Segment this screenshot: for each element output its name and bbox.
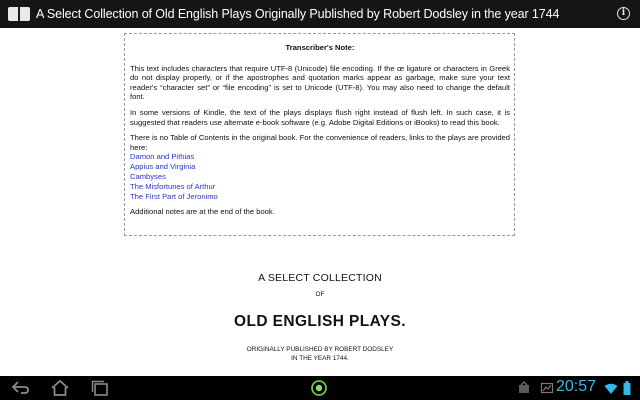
title-line-collection: A SELECT COLLECTION	[258, 272, 382, 284]
image-notification-icon	[540, 381, 554, 400]
reader-content[interactable]: Transcriber's Note: This text includes c…	[0, 28, 640, 376]
action-bar: A Select Collection of Old English Plays…	[0, 0, 640, 28]
open-book-icon[interactable]	[8, 5, 30, 23]
play-link-cambyses[interactable]: Cambyses	[130, 172, 510, 182]
notification-ring-icon[interactable]	[309, 379, 329, 397]
title-line-year: IN THE YEAR 1744.	[291, 355, 349, 362]
status-clock: 20:57	[555, 378, 596, 395]
note-paragraph: In some versions of Kindle, the text of …	[130, 107, 510, 127]
note-paragraph: There is no Table of Contents in the ori…	[130, 133, 510, 152]
title-line-publisher: ORIGINALLY PUBLISHED BY ROBERT DODSLEY	[246, 346, 394, 353]
play-link-appius-and-virginia[interactable]: Appius and Virginia	[130, 162, 510, 172]
note-heading: Transcriber's Note:	[285, 43, 355, 52]
note-paragraph: This text includes characters that requi…	[130, 63, 510, 102]
battery-icon	[623, 381, 631, 400]
play-links: Damon and Pithias Appius and Virginia Ca…	[130, 152, 510, 201]
title-line-of: OF	[315, 291, 325, 298]
play-link-first-part-of-jeronimo[interactable]: The First Part of Jeronimo	[130, 192, 510, 202]
title-line-plays: OLD ENGLISH PLAYS.	[234, 313, 406, 330]
home-icon[interactable]	[49, 379, 71, 397]
transcriber-note: Transcriber's Note: This text includes c…	[124, 33, 515, 236]
sync-icon	[517, 381, 531, 400]
note-closing: Additional notes are at the end of the b…	[130, 207, 275, 217]
info-icon[interactable]: i	[617, 7, 630, 20]
system-navigation-bar: 20:57	[0, 376, 640, 400]
book-title-bar: A Select Collection of Old English Plays…	[36, 7, 560, 21]
play-link-misfortunes-of-arthur[interactable]: The Misfortunes of Arthur	[130, 182, 510, 192]
recent-apps-icon[interactable]	[89, 379, 111, 397]
title-page: A SELECT COLLECTION OF OLD ENGLISH PLAYS…	[0, 272, 640, 362]
back-arrow-icon[interactable]	[9, 379, 31, 397]
play-link-damon-and-pithias[interactable]: Damon and Pithias	[130, 152, 510, 162]
wifi-icon	[604, 382, 618, 400]
